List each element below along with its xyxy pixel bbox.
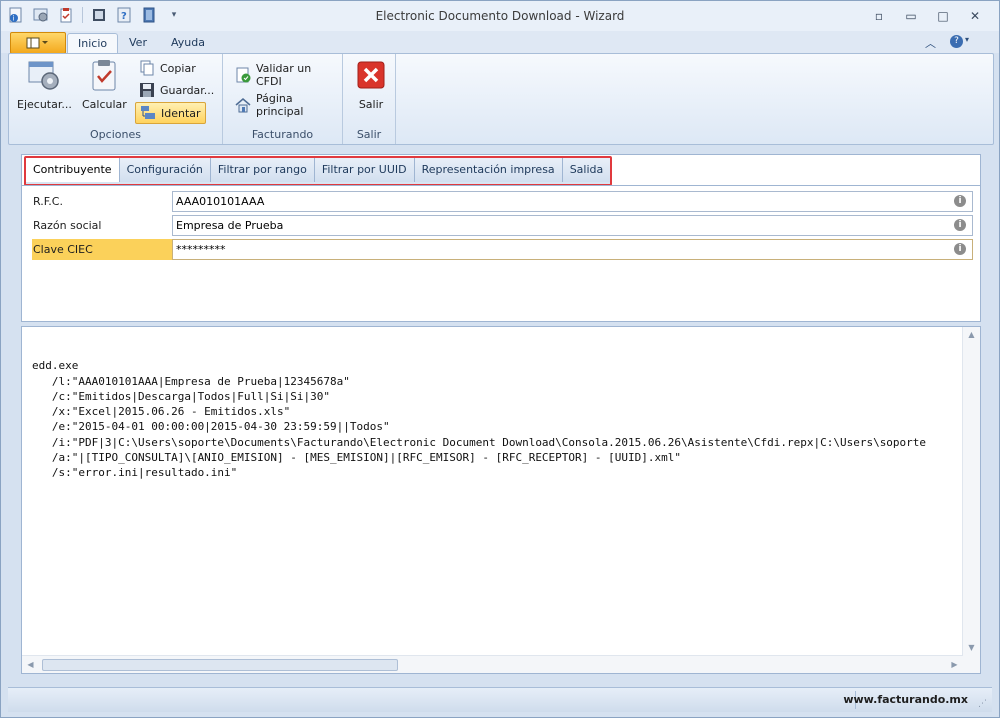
group-salir: Salir Salir (343, 54, 396, 144)
rfc-input[interactable]: AAA010101AAA (172, 191, 973, 212)
maximize-button[interactable]: □ (927, 7, 959, 25)
title-bar: i ? ▾ Electronic Documento Download - Wi… (1, 1, 999, 31)
code-line: edd.exe (32, 359, 79, 373)
razon-social-input[interactable]: Empresa de Prueba (172, 215, 973, 236)
copy-icon (139, 60, 155, 76)
ejecutar-button[interactable]: Ejecutar... (17, 58, 72, 111)
calcular-button[interactable]: Calcular (82, 58, 127, 111)
tab-salida[interactable]: Salida (562, 158, 611, 182)
horizontal-scrollbar[interactable]: ◀ ▶ (22, 655, 963, 673)
vertical-scrollbar[interactable]: ▲ ▼ (962, 327, 980, 656)
pagina-label: Página principal (256, 92, 304, 118)
validar-label: Validar un CFDI (256, 62, 312, 88)
form-panel: Contribuyente Configuración Filtrar por … (21, 154, 981, 322)
home-icon (235, 97, 251, 113)
code-line: /l:"AAA010101AAA|Empresa de Prueba|12345… (32, 374, 350, 388)
tab-filtrar-rango[interactable]: Filtrar por rango (210, 158, 315, 182)
info-icon[interactable]: i (954, 195, 966, 207)
group-label-facturando: Facturando (251, 128, 314, 141)
tab-filtrar-uuid[interactable]: Filtrar por UUID (314, 158, 415, 182)
code-line: /c:"Emitidos|Descarga|Todos|Full|Si|Si|3… (32, 389, 331, 403)
group-opciones: Ejecutar... Calcular Copiar Guardar... I… (9, 54, 223, 144)
app-window: i ? ▾ Electronic Documento Download - Wi… (0, 0, 1000, 718)
validar-cfdi-button[interactable]: Validar un CFDI (231, 62, 342, 88)
ejecutar-label: Ejecutar... (17, 98, 72, 111)
collapse-ribbon-icon[interactable]: ︿ (925, 35, 936, 51)
info-icon[interactable]: i (954, 243, 966, 255)
scroll-up-icon[interactable]: ▲ (963, 327, 980, 343)
minimize-button[interactable]: ▭ (895, 7, 927, 25)
app-menu-button[interactable] (10, 32, 66, 54)
salir-button[interactable]: Salir (354, 58, 388, 111)
website-label: www.facturando.mx (843, 693, 968, 706)
form-tabstrip: Contribuyente Configuración Filtrar por … (24, 156, 613, 186)
pagina-principal-button[interactable]: Página principal (231, 92, 342, 118)
tab-contribuyente[interactable]: Contribuyente (26, 158, 120, 182)
code-line: /i:"PDF|3|C:\Users\soporte\Documents\Fac… (32, 435, 927, 449)
razon-social-label: Razón social (33, 219, 102, 232)
window-title: Electronic Documento Download - Wizard (375, 9, 625, 23)
horizontal-scroll-thumb[interactable] (42, 659, 398, 671)
tab-ayuda[interactable]: Ayuda (161, 33, 215, 53)
razon-social-row: Razón social Empresa de Prueba i (32, 215, 973, 236)
clave-ciec-row: Clave CIEC ********* i (32, 239, 973, 260)
ribbon-tab-bar: Inicio Ver Ayuda ︿ ? ▾ (1, 31, 999, 54)
salir-label: Salir (358, 98, 384, 111)
tab-inicio[interactable]: Inicio (67, 33, 119, 54)
identar-label: Identar (161, 106, 201, 120)
clave-ciec-label: Clave CIEC (32, 239, 173, 260)
window-controls: ▫ ▭ □ ✕ (863, 7, 991, 25)
ribbon: Ejecutar... Calcular Copiar Guardar... I… (8, 53, 994, 145)
code-line: /x:"Excel|2015.06.26 - Emitidos.xls" (32, 405, 291, 419)
rfc-row: R.F.C. AAA010101AAA i (32, 191, 973, 212)
group-label-salir: Salir (356, 128, 382, 141)
close-button[interactable]: ✕ (959, 7, 991, 25)
restore-view-icon[interactable]: ▫ (863, 7, 895, 25)
group-facturando: Validar un CFDI Página principal Factura… (223, 54, 343, 144)
clave-ciec-input[interactable]: ********* (172, 239, 973, 260)
copiar-label: Copiar (160, 61, 196, 75)
save-icon (139, 82, 155, 98)
copiar-button[interactable]: Copiar (135, 58, 200, 78)
ribbon-right-controls: ︿ ? ▾ (911, 35, 969, 51)
validate-doc-icon (235, 67, 251, 83)
guardar-button[interactable]: Guardar... (135, 80, 218, 100)
exit-x-icon (354, 58, 388, 92)
scroll-left-icon[interactable]: ◀ (22, 656, 39, 673)
info-icon[interactable]: i (954, 219, 966, 231)
code-line: /s:"error.ini|resultado.ini" (32, 466, 238, 480)
help-dropdown-icon[interactable]: ▾ (965, 35, 969, 51)
status-bar: www.facturando.mx ⋰ (8, 687, 992, 712)
resize-grip-icon[interactable]: ⋰ (978, 699, 988, 709)
calcular-label: Calcular (82, 98, 127, 111)
help-icon[interactable]: ? (949, 35, 963, 48)
indent-icon (140, 105, 156, 121)
scroll-right-icon[interactable]: ▶ (946, 656, 963, 673)
tab-representacion-impresa[interactable]: Representación impresa (414, 158, 563, 182)
code-line: /e:"2015-04-01 00:00:00|2015-04-30 23:59… (32, 420, 390, 434)
code-line: /a:"|[TIPO_CONSULTA]\[ANIO_EMISION] - [M… (32, 451, 682, 465)
identar-button[interactable]: Identar (135, 102, 206, 124)
execute-gear-icon (27, 58, 61, 92)
app-menu-icon (26, 37, 48, 49)
rfc-label: R.F.C. (33, 195, 63, 208)
scroll-down-icon[interactable]: ▼ (963, 640, 980, 656)
group-label-opciones: Opciones (90, 128, 141, 141)
command-output[interactable]: edd.exe /l:"AAA010101AAA|Empresa de Prue… (21, 326, 981, 674)
command-text: edd.exe /l:"AAA010101AAA|Empresa de Prue… (32, 343, 926, 511)
tab-ver[interactable]: Ver (119, 33, 157, 53)
guardar-label: Guardar... (160, 83, 215, 97)
clipboard-check-icon (87, 58, 121, 92)
tab-configuracion[interactable]: Configuración (119, 158, 211, 182)
